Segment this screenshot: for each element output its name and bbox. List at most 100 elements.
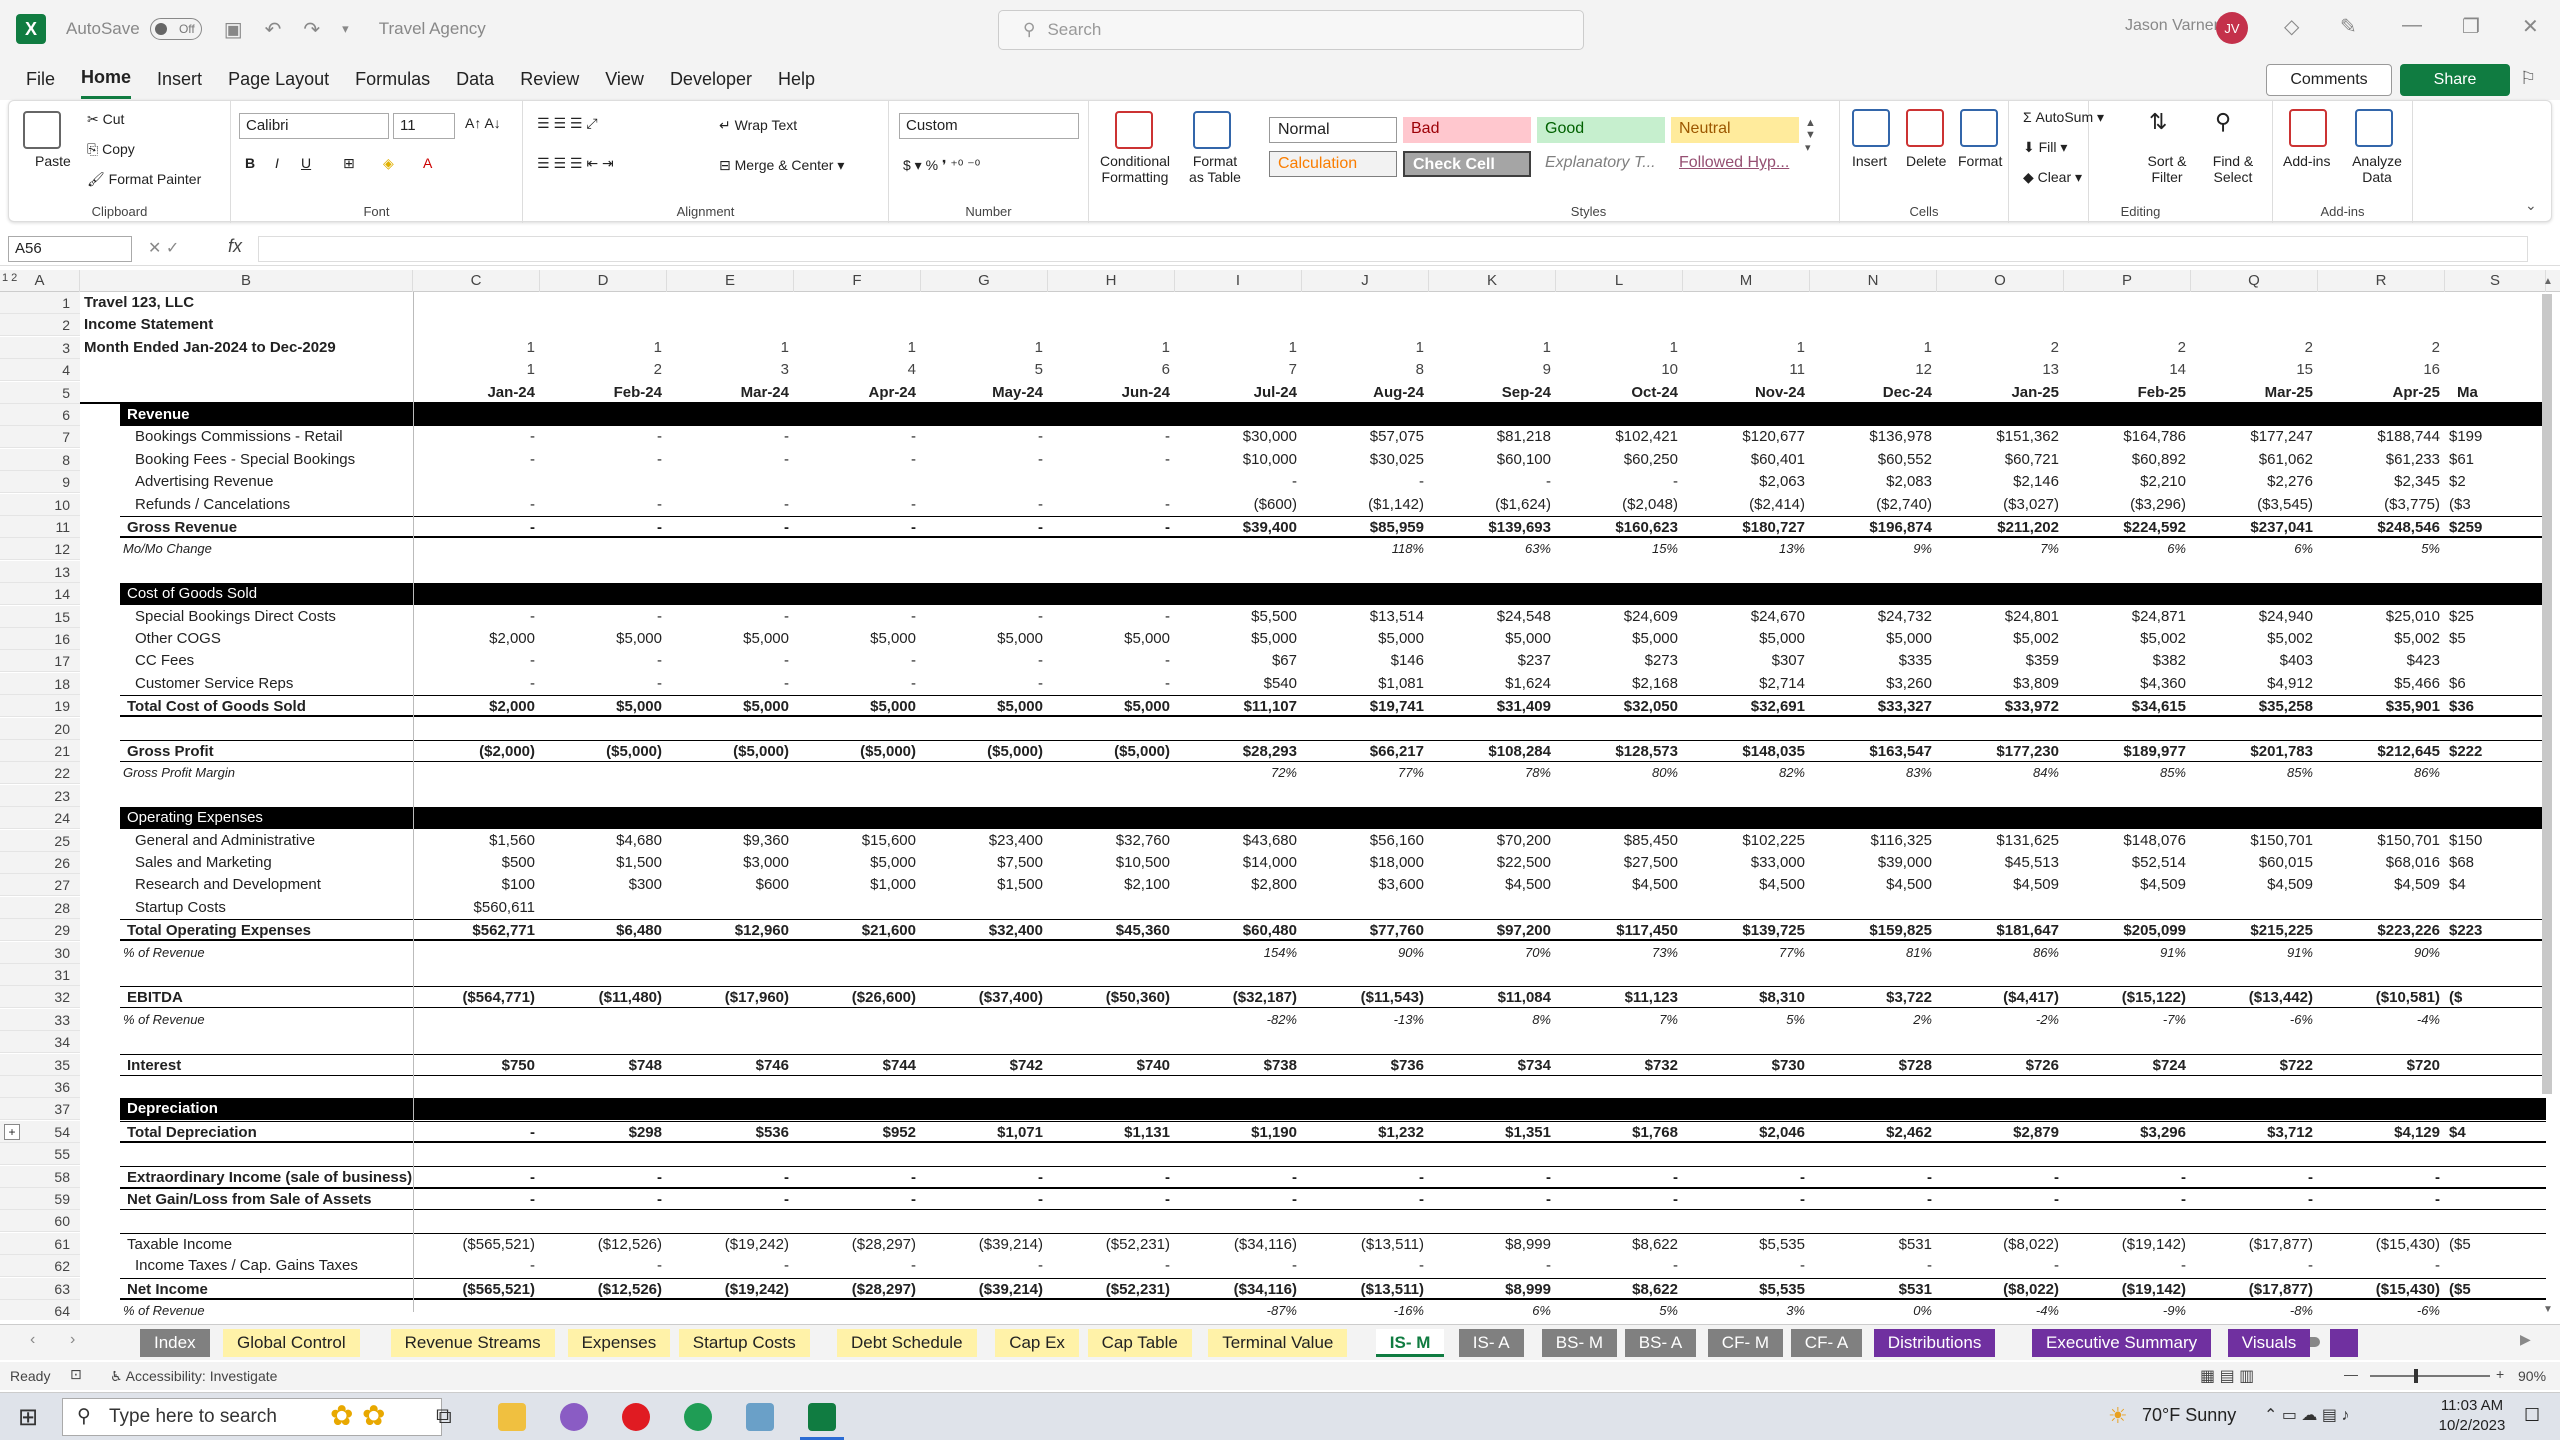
cell-value[interactable]: 77%: [1683, 942, 1805, 964]
column-header-i[interactable]: I: [1175, 270, 1302, 292]
cell-value[interactable]: $724: [2064, 1055, 2186, 1077]
cell-value[interactable]: [1048, 897, 1170, 919]
cell-value-cut[interactable]: $223: [2449, 920, 2482, 942]
cell-value[interactable]: $70,200: [1429, 830, 1551, 852]
cell-value[interactable]: $237,041: [2191, 517, 2313, 539]
cell-value[interactable]: $403: [2191, 650, 2313, 672]
cell-value[interactable]: [1175, 538, 1297, 560]
row-header[interactable]: 63: [0, 1277, 80, 1300]
cell-value[interactable]: ($19,142): [2064, 1279, 2186, 1301]
cell-value[interactable]: $2,063: [1683, 471, 1805, 493]
sort-filter-button[interactable]: Sort & Filter: [2139, 153, 2195, 185]
addins-icon[interactable]: [2289, 109, 2327, 147]
align-top-icons[interactable]: ☰ ☰ ☰ ⤢: [537, 115, 598, 132]
cell-value[interactable]: 81%: [1810, 942, 1932, 964]
cell-value[interactable]: $10,500: [1048, 852, 1170, 874]
cell-value[interactable]: $30,000: [1175, 426, 1297, 448]
cell-value[interactable]: ($5,000): [540, 741, 662, 763]
cell-value[interactable]: $562,771: [413, 920, 535, 942]
cell-value[interactable]: -: [413, 673, 535, 695]
cell-value[interactable]: ($1,142): [1302, 494, 1424, 516]
cell-value[interactable]: -: [2064, 1167, 2186, 1189]
cell-value[interactable]: $33,000: [1683, 852, 1805, 874]
cell-value[interactable]: $39,400: [1175, 517, 1297, 539]
cell-value[interactable]: $66,217: [1302, 741, 1424, 763]
column-header-o[interactable]: O: [1937, 270, 2064, 292]
cell-value[interactable]: $164,786: [2064, 426, 2186, 448]
cell-value[interactable]: $34,615: [2064, 696, 2186, 718]
cell-value[interactable]: $307: [1683, 650, 1805, 672]
cell-value-cut[interactable]: $6: [2449, 673, 2466, 695]
cell-value[interactable]: ($34,116): [1175, 1234, 1297, 1256]
insert-function-icon[interactable]: fx: [228, 236, 242, 257]
row-header[interactable]: 21: [0, 740, 80, 762]
column-header-h[interactable]: H: [1048, 270, 1175, 292]
cell-value[interactable]: -: [921, 650, 1043, 672]
cell-value[interactable]: $5,000: [1556, 628, 1678, 650]
cell-value[interactable]: $5,000: [540, 628, 662, 650]
cell-value[interactable]: -87%: [1175, 1300, 1297, 1320]
column-header-j[interactable]: J: [1302, 270, 1429, 292]
cell-value[interactable]: $24,548: [1429, 606, 1551, 628]
cell-value[interactable]: -: [667, 1255, 789, 1277]
cell-value[interactable]: $2,345: [2318, 471, 2440, 493]
font-size-combo[interactable]: 11: [393, 113, 455, 139]
cell-value-cut[interactable]: $222: [2449, 741, 2482, 763]
cell-value[interactable]: ($2,414): [1683, 494, 1805, 516]
cell-value[interactable]: -: [921, 449, 1043, 471]
cell-value[interactable]: $177,247: [2191, 426, 2313, 448]
cell-value[interactable]: -: [1810, 1167, 1932, 1189]
cell-value[interactable]: $5,000: [1683, 628, 1805, 650]
cell-value[interactable]: 3%: [1683, 1300, 1805, 1320]
cell-value[interactable]: -: [794, 449, 916, 471]
column-header-r[interactable]: R: [2318, 270, 2445, 292]
cell-value[interactable]: 13%: [1683, 538, 1805, 560]
cell-value[interactable]: $177,230: [1937, 741, 2059, 763]
cell-value[interactable]: [667, 942, 789, 964]
cell-value[interactable]: $500: [413, 852, 535, 874]
styles-scroll-icon[interactable]: ▲ ▼ ▾: [1805, 117, 1816, 154]
row-header[interactable]: 12: [0, 538, 80, 561]
scroll-up-icon[interactable]: ▲: [2543, 276, 2553, 287]
cell-value[interactable]: -: [794, 673, 916, 695]
cell-value[interactable]: $8,999: [1429, 1234, 1551, 1256]
row-header[interactable]: 60: [0, 1210, 80, 1233]
sheet-tab-executive-summary[interactable]: Executive Summary: [2032, 1329, 2212, 1357]
cell-value[interactable]: ($8,022): [1937, 1279, 2059, 1301]
cell-value[interactable]: $742: [921, 1055, 1043, 1077]
cell-value[interactable]: $746: [667, 1055, 789, 1077]
name-box[interactable]: A56: [8, 236, 132, 262]
cell-value[interactable]: -: [1302, 1255, 1424, 1277]
cell-value[interactable]: -: [1683, 1189, 1805, 1211]
cell-value[interactable]: -: [1048, 606, 1170, 628]
clock-date[interactable]: 10/2/2023: [2432, 1417, 2512, 1434]
cell-value[interactable]: $128,573: [1556, 741, 1678, 763]
cell-value[interactable]: ($5,000): [921, 741, 1043, 763]
cell-value[interactable]: $359: [1937, 650, 2059, 672]
sheet-tab-overflow[interactable]: [2329, 1329, 2358, 1357]
cell-value[interactable]: -: [413, 1255, 535, 1277]
expand-group-icon[interactable]: +: [4, 1123, 20, 1140]
row-header[interactable]: 33: [0, 1008, 80, 1031]
sheet-tab-cf-m[interactable]: CF- M: [1707, 1329, 1784, 1357]
cell-value[interactable]: $23,400: [921, 830, 1043, 852]
cell-value[interactable]: ($12,526): [540, 1279, 662, 1301]
cell-value[interactable]: 91%: [2191, 942, 2313, 964]
menu-file[interactable]: File: [26, 61, 55, 98]
sheet-tab-index[interactable]: Index: [140, 1329, 210, 1357]
row-header[interactable]: 15: [0, 605, 80, 628]
cell-value[interactable]: $560,611: [413, 897, 535, 919]
cell-value[interactable]: ($2,740): [1810, 494, 1932, 516]
cell-value[interactable]: -: [413, 1122, 535, 1144]
cell-value[interactable]: $6,480: [540, 920, 662, 942]
cell-value[interactable]: $120,677: [1683, 426, 1805, 448]
cell-value[interactable]: $60,892: [2064, 449, 2186, 471]
row-header[interactable]: 64: [0, 1300, 80, 1320]
cell-value[interactable]: $31,409: [1429, 696, 1551, 718]
cell-value[interactable]: -: [540, 517, 662, 539]
cell-value[interactable]: -: [2064, 1255, 2186, 1277]
cell-value[interactable]: -: [921, 673, 1043, 695]
row-header[interactable]: 3: [0, 336, 80, 359]
cell-value[interactable]: -: [1937, 1255, 2059, 1277]
document-title[interactable]: Travel Agency: [379, 19, 486, 39]
